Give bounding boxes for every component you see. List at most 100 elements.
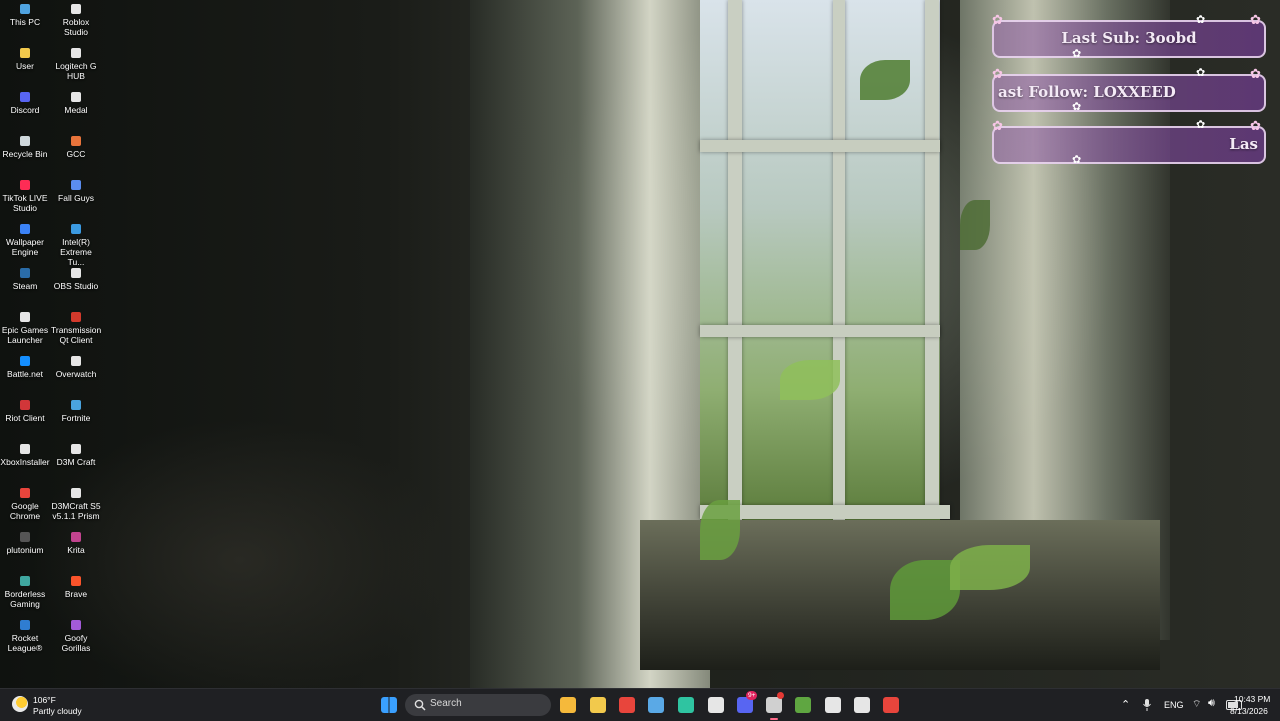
taskbar: 106°F Partly cloudy 9+ Search ⌃ ENG ⌔ 🔊︎… [0, 688, 1280, 721]
desktop-icon[interactable]: Discord [0, 92, 50, 115]
desktop-icon[interactable]: Goofy Gorillas [51, 620, 101, 653]
krita-icon [71, 532, 81, 542]
folder-icon [590, 697, 606, 713]
steam-icon [20, 268, 30, 278]
desktop-icon[interactable]: Krita [51, 532, 101, 555]
wallpaper-leaf [700, 500, 740, 560]
desktop-icon[interactable]: D3M Craft [51, 444, 101, 467]
desktop-icon-label: Discord [10, 105, 40, 115]
borderless-gaming-icon [20, 576, 30, 586]
desktop-icon-label: Fortnite [61, 413, 91, 423]
rocket-league-icon [20, 620, 30, 630]
taskbar-chrome[interactable] [616, 694, 638, 716]
roblox-icon [825, 697, 841, 713]
desktop-icon[interactable]: User [0, 48, 50, 71]
desktop-icon[interactable]: Roblox Studio [51, 4, 101, 37]
desktop-icon[interactable]: Rocket League® [0, 620, 50, 653]
desktop-icon[interactable]: Intel(R) Extreme Tu... [51, 224, 101, 267]
desktop-icon-label: Epic Games Launcher [1, 325, 49, 345]
desktop-icon[interactable]: plutonium [0, 532, 50, 555]
wallpaper-leaf [780, 360, 840, 400]
desktop-icon-label: Fall Guys [58, 193, 94, 203]
desktop-icon[interactable]: XboxInstaller [0, 444, 50, 467]
desktop-icon-label: Krita [67, 545, 85, 555]
desktop-icon[interactable]: GCC [51, 136, 101, 159]
taskbar-microsoft-store[interactable] [557, 694, 579, 716]
desktop-icon[interactable]: Medal [51, 92, 101, 115]
desktop-icon-label: Steam [12, 281, 38, 291]
recording-app-icon [766, 697, 782, 713]
transmission-icon [71, 312, 81, 322]
taskbar-chrome-2[interactable] [880, 694, 902, 716]
taskbar-minecraft[interactable] [792, 694, 814, 716]
desktop-icon[interactable]: D3MCraft S5 v5.1.1 Prism [51, 488, 101, 521]
riot-client-icon [20, 400, 30, 410]
discord-notification-badge: 9+ [746, 691, 758, 700]
desktop-icon[interactable]: Logitech G HUB [51, 48, 101, 81]
taskbar-discord[interactable]: 9+ [734, 691, 758, 716]
desktop-icon[interactable]: Borderless Gaming [0, 576, 50, 609]
taskbar-app-blue[interactable] [645, 694, 667, 716]
taskbar-epic[interactable] [851, 694, 873, 716]
desktop-icon[interactable]: Overwatch [51, 356, 101, 379]
volume-icon[interactable]: 🔊︎ [1208, 697, 1215, 710]
desktop-icon-label: Riot Client [5, 413, 45, 423]
wallpaper-leaf [960, 200, 990, 250]
desktop-icon[interactable]: Epic Games Launcher [0, 312, 50, 345]
weather-widget[interactable]: 106°F Partly cloudy [10, 693, 100, 717]
desktop-icon[interactable]: Fortnite [51, 400, 101, 423]
desktop-icon[interactable]: Riot Client [0, 400, 50, 423]
flower-icon: ✿ [1250, 118, 1261, 133]
start-button[interactable] [378, 694, 400, 716]
microphone-icon[interactable] [1142, 698, 1152, 712]
wallpaper-window-frame [700, 325, 940, 337]
desktop-icon[interactable]: Wallpaper Engine [0, 224, 50, 257]
wallpaper-leaf [860, 60, 910, 100]
tiktok-live-studio-icon [20, 180, 30, 190]
taskbar-search-box[interactable]: Search [405, 694, 551, 716]
search-icon [414, 699, 426, 711]
taskbar-file-explorer[interactable] [587, 694, 609, 716]
flower-icon: ✿ [1250, 12, 1261, 27]
tray-overflow-chevron-icon[interactable]: ⌃ [1121, 698, 1130, 711]
desktop-icon-label: Intel(R) Extreme Tu... [60, 237, 92, 267]
taskbar-roblox[interactable] [822, 694, 844, 716]
clock-date[interactable]: 8/13/2026 [1230, 706, 1268, 716]
desktop-icon[interactable]: TikTok LIVE Studio [0, 180, 50, 213]
desktop-icon-label: Wallpaper Engine [6, 237, 44, 257]
chrome-icon [883, 697, 899, 713]
wifi-icon[interactable]: ⌔ [1192, 698, 1201, 711]
desktop-icon-label: Transmission Qt Client [51, 325, 102, 345]
desktop-icon[interactable]: OBS Studio [51, 268, 101, 291]
clock-time[interactable]: 10:43 PM [1234, 694, 1270, 704]
desktop-icon-label: Brave [64, 589, 88, 599]
obs-icon [708, 697, 724, 713]
weather-sun-cloud-icon [12, 696, 28, 712]
desktop-icon[interactable]: Recycle Bin [0, 136, 50, 159]
flower-icon: ✿ [1072, 48, 1082, 60]
desktop-icon[interactable]: Steam [0, 268, 50, 291]
desktop-icon[interactable]: Battle.net [0, 356, 50, 379]
flower-icon: ✿ [992, 66, 1003, 81]
desktop-icon[interactable]: Transmission Qt Client [51, 312, 101, 345]
desktop-icon[interactable]: Google Chrome [0, 488, 50, 521]
desktop-icon[interactable]: This PC [0, 4, 50, 27]
language-indicator[interactable]: ENG [1164, 700, 1184, 710]
flower-icon: ✿ [1196, 14, 1206, 26]
taskbar-app-active[interactable] [763, 692, 785, 720]
overwatch-icon [71, 356, 81, 366]
overlay-last-sub-widget: Last Sub: 3oobd [992, 20, 1266, 58]
google-chrome-icon [20, 488, 30, 498]
overlay-last-follow-widget: ast Follow: LOXXEED [992, 74, 1266, 112]
epic-icon [854, 697, 870, 713]
desktop-icon[interactable]: Brave [51, 576, 101, 599]
taskbar-obs[interactable] [705, 694, 727, 716]
desktop-icon-label: Overwatch [55, 369, 97, 379]
flower-icon: ✿ [1072, 101, 1082, 113]
flower-icon: ✿ [992, 118, 1003, 133]
plutonium-icon [20, 532, 30, 542]
desktop-icon[interactable]: Fall Guys [51, 180, 101, 203]
windows-start-icon [381, 697, 397, 713]
taskbar-edge[interactable] [675, 694, 697, 716]
intel-xtu-icon [71, 224, 81, 234]
